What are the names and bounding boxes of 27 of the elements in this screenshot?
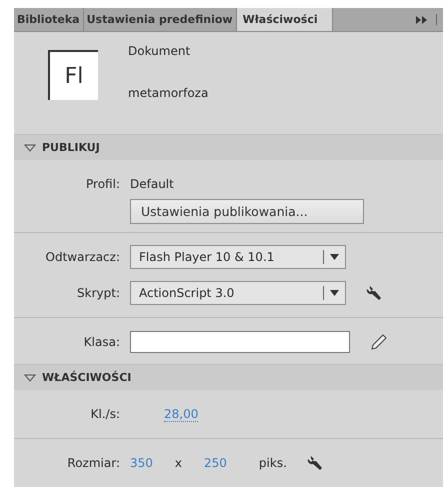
wrench-icon[interactable] <box>366 284 384 302</box>
section-header[interactable]: PUBLIKUJ <box>14 134 443 160</box>
field-label: Rozmiar: <box>66 456 120 470</box>
field-label: Odtwarzacz: <box>44 250 120 264</box>
field-label: Profil: <box>85 177 120 191</box>
tab[interactable]: Właściwości <box>236 8 333 31</box>
section-header[interactable]: WŁAŚCIWOŚCI <box>14 364 443 390</box>
wrench-icon[interactable] <box>306 454 325 472</box>
field-label: Skrypt: <box>76 286 120 300</box>
disclosure-triangle-icon[interactable] <box>24 144 36 152</box>
disclosure-triangle-icon[interactable] <box>24 374 36 382</box>
class-input-field[interactable] <box>130 331 350 353</box>
unit-label: piks. <box>258 456 287 470</box>
field-label: Klasa: <box>82 335 120 349</box>
field-label: Kl./s: <box>90 407 120 421</box>
caret-icon <box>330 290 339 296</box>
overflow-icon[interactable] <box>416 16 428 24</box>
document-type: Dokument <box>128 44 192 58</box>
dropdown[interactable]: ActionScript 3.0 <box>130 281 346 305</box>
publish-settings-button[interactable]: Ustawienia publikowania... <box>130 198 364 224</box>
dropdown[interactable]: Flash Player 10 & 10.1 <box>130 245 346 269</box>
times-sign: x <box>174 456 182 470</box>
caret-icon <box>330 254 339 260</box>
document-logo: Fl <box>48 50 98 100</box>
document-name: metamorfoza <box>128 86 208 100</box>
field-value: Default <box>130 177 174 191</box>
pencil-icon[interactable] <box>370 333 388 351</box>
